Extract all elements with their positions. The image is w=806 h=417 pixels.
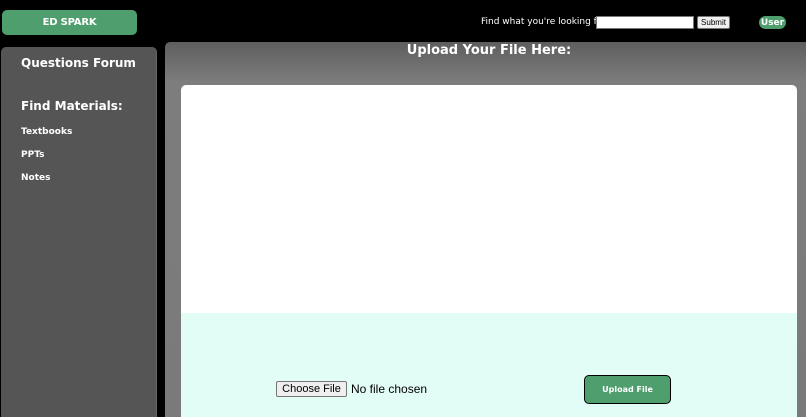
search-input[interactable] xyxy=(596,16,694,29)
materials-heading: Find Materials: xyxy=(21,99,123,113)
user-button[interactable]: User xyxy=(759,16,786,29)
sidebar-item-questions-forum[interactable]: Questions Forum xyxy=(21,55,136,71)
top-navbar: ED SPARK Find what you're looking for Su… xyxy=(0,0,806,40)
upload-file-button[interactable]: Upload File xyxy=(584,375,671,404)
search-label: Find what you're looking for xyxy=(481,17,607,27)
sidebar: Questions Forum Find Materials: Textbook… xyxy=(1,47,157,417)
submit-button[interactable]: Submit xyxy=(697,16,730,29)
upload-form-area: Choose File No file chosen Upload File xyxy=(181,313,797,417)
sidebar-item-notes[interactable]: Notes xyxy=(21,172,50,184)
upload-card: Choose File No file chosen Upload File xyxy=(181,85,797,417)
sidebar-item-ppts[interactable]: PPTs xyxy=(21,149,45,161)
page-title: Upload Your File Here: xyxy=(406,43,572,58)
file-input[interactable]: Choose File No file chosen xyxy=(276,381,427,397)
choose-file-button[interactable]: Choose File xyxy=(276,381,347,397)
logo-button[interactable]: ED SPARK xyxy=(2,10,137,35)
file-status-text: No file chosen xyxy=(351,382,428,396)
sidebar-item-textbooks[interactable]: Textbooks xyxy=(21,126,72,138)
main-panel: Upload Your File Here: Choose File No fi… xyxy=(165,42,806,417)
